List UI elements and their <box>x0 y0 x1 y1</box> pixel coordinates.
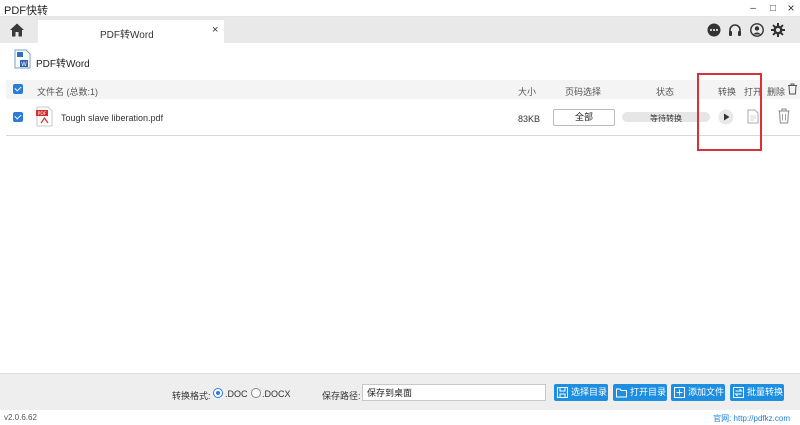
choose-dir-label: 选择目录 <box>571 387 608 397</box>
table-row[interactable]: PDF Tough slave liberation.pdf 83KB 全部 等… <box>6 99 800 136</box>
tab-close-button[interactable]: × <box>212 24 218 36</box>
close-window-button[interactable]: × <box>784 2 798 15</box>
svg-text:W: W <box>21 61 27 68</box>
select-all-checkbox[interactable] <box>13 84 23 94</box>
bottom-toolbar: 转换格式: .DOC .DOCX 保存路径: 选择目录 打开目录 添加文件 批量… <box>0 373 800 410</box>
pdf-file-icon: PDF <box>36 106 53 127</box>
table-header: 文件名 (总数:1) 大小 页码选择 状态 转换 打开 删除 <box>6 80 800 99</box>
window-title: PDF快转 <box>4 5 48 17</box>
convert-icon <box>733 387 744 398</box>
batch-convert-label: 批量转换 <box>747 387 784 397</box>
file-name: Tough slave liberation.pdf <box>61 113 164 123</box>
add-file-button[interactable]: 添加文件 <box>671 384 725 401</box>
column-filename: 文件名 (总数:1) <box>37 87 99 97</box>
save-path-input[interactable] <box>362 384 546 401</box>
open-dir-button[interactable]: 打开目录 <box>613 384 667 401</box>
minimize-button[interactable]: – <box>746 2 760 15</box>
highlight-box <box>697 73 762 151</box>
tab-label: PDF转Word <box>100 30 154 41</box>
format-doc-label: .DOC <box>225 389 248 399</box>
maximize-button[interactable]: □ <box>766 2 780 15</box>
chat-icon[interactable] <box>707 23 721 37</box>
batch-convert-button[interactable]: 批量转换 <box>730 384 784 401</box>
version-text: v2.0.6.62 <box>4 413 37 422</box>
website-link[interactable]: 官网: http://pdfkz.com <box>713 413 790 424</box>
home-icon[interactable] <box>9 22 25 38</box>
folder-save-icon <box>557 387 568 398</box>
tab-bar: PDF转Word × <box>0 17 800 43</box>
column-delete: 删除 <box>767 87 786 97</box>
row-checkbox[interactable] <box>13 112 23 122</box>
column-status: 状态 <box>656 87 675 97</box>
choose-dir-button[interactable]: 选择目录 <box>554 384 608 401</box>
title-bar: PDF快转 – □ × <box>0 0 800 17</box>
word-doc-icon: W <box>14 49 31 69</box>
path-label: 保存路径: <box>322 391 361 401</box>
folder-icon <box>616 387 627 398</box>
page-title: PDF转Word <box>36 59 90 70</box>
delete-row-icon[interactable] <box>778 108 790 124</box>
page-select-button[interactable]: 全部 <box>553 109 615 126</box>
delete-all-icon[interactable] <box>787 83 798 97</box>
file-size: 83KB <box>518 114 541 124</box>
format-docx-label: .DOCX <box>262 389 291 399</box>
column-size: 大小 <box>518 87 537 97</box>
status-bar: v2.0.6.62 官网: http://pdfkz.com <box>0 410 800 425</box>
add-icon <box>674 387 685 398</box>
tab-pdf-to-word[interactable]: PDF转Word × <box>38 20 224 43</box>
format-docx-radio[interactable] <box>251 388 261 398</box>
gear-icon[interactable] <box>771 23 785 37</box>
open-dir-label: 打开目录 <box>630 387 667 397</box>
column-pages: 页码选择 <box>565 87 602 97</box>
svg-text:PDF: PDF <box>38 111 47 117</box>
user-icon[interactable] <box>750 23 764 37</box>
headset-icon[interactable] <box>728 23 742 37</box>
format-doc-radio[interactable] <box>213 388 223 398</box>
format-label: 转换格式: <box>172 391 211 401</box>
add-file-label: 添加文件 <box>688 387 725 397</box>
